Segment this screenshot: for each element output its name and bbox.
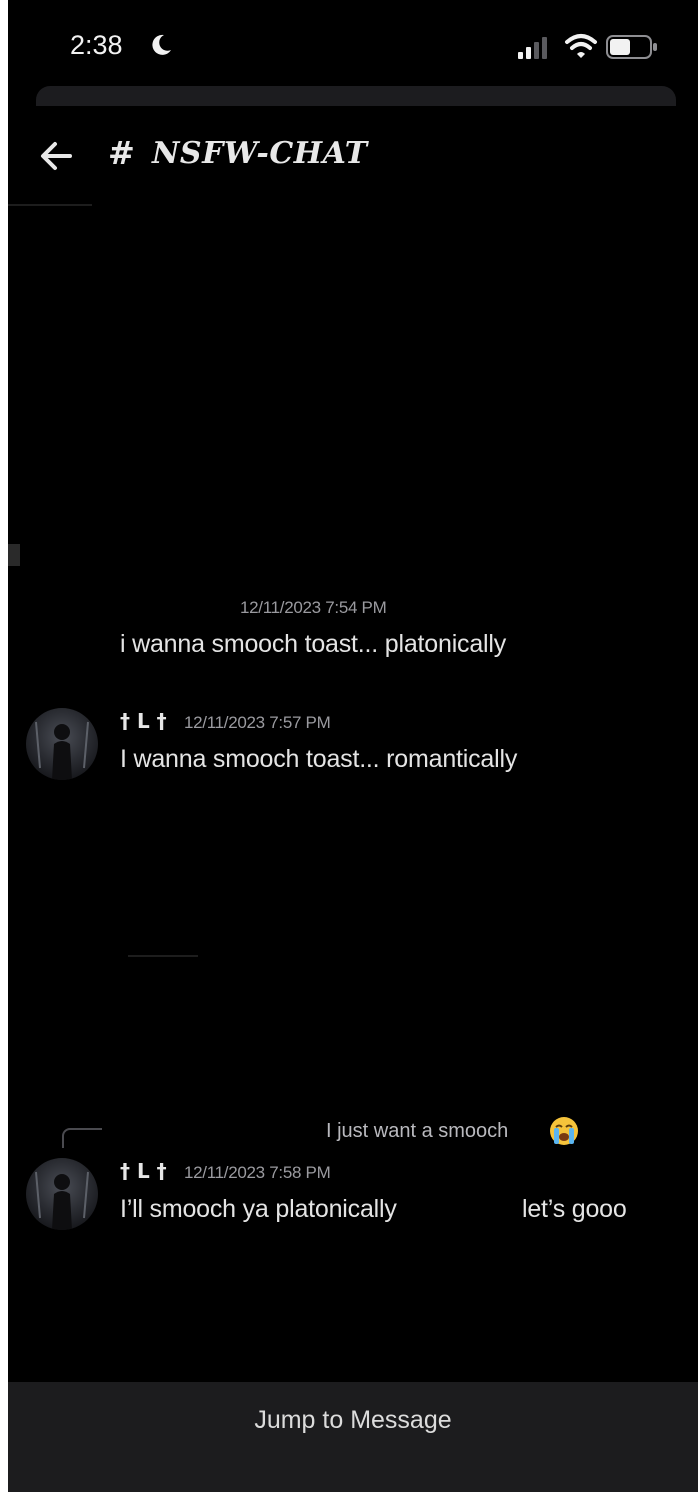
wifi-icon [565,34,597,58]
username[interactable]: † L † [120,709,167,733]
username[interactable]: † L † [120,1159,167,1183]
moon-icon [152,34,171,55]
message-text: let’s gooo [522,1195,627,1223]
sheet-handle-area [36,86,676,106]
status-time: 2:38 [70,30,123,60]
reply-connector [62,1128,102,1148]
message-timestamp: 12/11/2023 7:54 PM [240,598,387,617]
jump-to-message-button[interactable]: Jump to Message [8,1382,698,1492]
arrow-left-icon[interactable] [36,136,76,176]
message-text: i wanna smooch toast... platonically [120,630,507,658]
redacted-area [440,1197,518,1227]
divider [128,955,198,957]
divider [8,204,92,206]
message-text: I’ll smooch ya platonically [120,1195,397,1223]
message-timestamp: 12/11/2023 7:57 PM [184,713,331,732]
signal-icon [518,37,547,59]
channel-header: # NSFW-CHAT [8,120,698,190]
avatar[interactable] [26,1158,98,1230]
status-bar: 2:38 [8,0,698,90]
divider [8,544,20,566]
jump-to-message-label: Jump to Message [254,1406,452,1434]
channel-name: NSFW-CHAT [152,136,368,171]
reply-preview-text[interactable]: I just want a smooch [326,1120,508,1143]
message-timestamp: 12/11/2023 7:58 PM [184,1163,331,1182]
message-text: I wanna smooch toast... romantically [120,745,518,773]
user-silhouette-icon [35,1171,89,1230]
user-silhouette-icon [35,721,89,780]
loudly-crying-face-icon [550,1117,578,1145]
battery-icon [606,35,657,59]
avatar[interactable] [26,708,98,780]
phone-screen: 2:38 # NSFW-CHAT 12/11/2023 7:54 PM i wa… [8,0,698,1492]
channel-hash-icon: # [108,134,135,172]
